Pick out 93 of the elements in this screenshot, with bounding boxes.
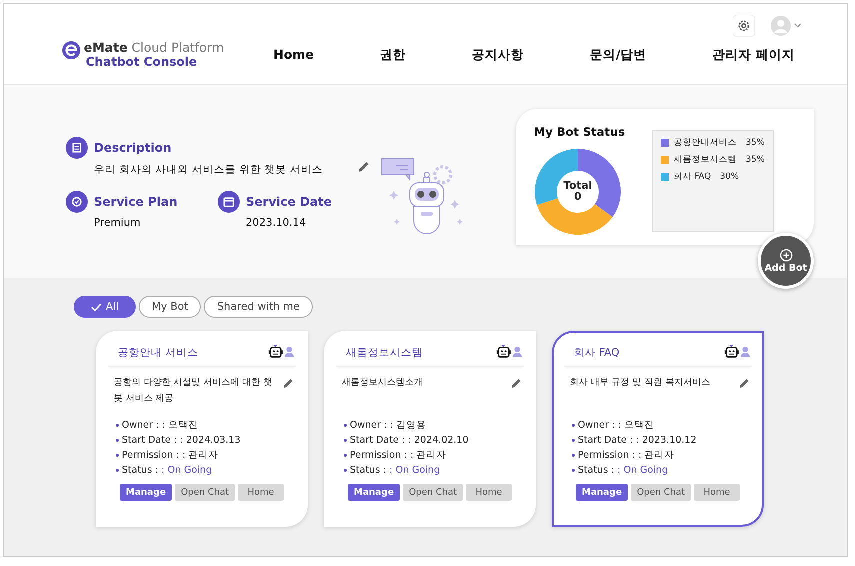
manage-button[interactable]: Manage — [348, 484, 400, 501]
legend-label: 공항안내서비스 — [674, 137, 737, 149]
field-value: : 2024.02.10 — [408, 435, 469, 446]
field-label: Status : — [578, 465, 614, 476]
edit-icon[interactable] — [739, 378, 750, 389]
field-value: : 2023.10.12 — [636, 435, 697, 446]
legend-label: 회사 FAQ — [674, 171, 712, 183]
description-text: 우리 회사의 사내외 서비스를 위한 챗봇 서비스 — [93, 163, 324, 177]
filter-chip[interactable]: My Bot — [139, 296, 202, 318]
bullet-icon — [572, 469, 575, 472]
nav-link[interactable]: Home — [260, 46, 328, 64]
nav-link[interactable]: 관리자 페이지 — [698, 46, 809, 64]
brand-name: eMate Cloud Platform — [84, 41, 224, 55]
plus-icon — [780, 248, 792, 262]
field-label: Owner : — [350, 420, 388, 431]
card-button[interactable]: Open Chat — [175, 484, 235, 501]
bot-card[interactable]: 새롬정보시스템 새롬정보시스템소개 Owner : : 김영용 Start Date : : 2024.02.10 Permission : : 관리자 Status : : On Going Manage Open Chat Home — [324, 331, 536, 527]
bullet-icon — [572, 454, 575, 457]
card-button[interactable]: Home — [466, 484, 512, 501]
field-value: : On Going — [390, 465, 440, 476]
list-icon — [66, 137, 88, 159]
date-title: Service Date — [246, 195, 332, 209]
description-title: Description — [94, 141, 172, 155]
field-label: Start Date : — [350, 435, 406, 446]
nav-link[interactable]: 공지사항 — [458, 46, 538, 64]
plan-title: Service Plan — [94, 195, 178, 209]
bot-description: 새롬정보시스템소개 — [342, 377, 423, 390]
edit-icon[interactable] — [283, 378, 294, 389]
manage-button[interactable]: Manage — [576, 484, 628, 501]
plan-value: Premium — [93, 217, 142, 229]
field-value: : 관리자 — [182, 449, 219, 462]
bullet-icon — [344, 469, 347, 472]
field-label: Permission : — [350, 450, 408, 461]
field-value: : 관리자 — [410, 449, 447, 462]
bullet-icon — [116, 439, 119, 442]
bot-description: 회사 내부 규정 및 직원 복지서비스 — [570, 377, 710, 390]
legend-percent: 35% — [746, 155, 765, 165]
field-label: Start Date : — [122, 435, 178, 446]
card-button[interactable]: Open Chat — [403, 484, 463, 501]
bot-name: 새롬정보시스템 — [346, 346, 423, 360]
bullet-icon — [116, 469, 119, 472]
total-label: Total — [564, 181, 592, 192]
bullet-icon — [344, 439, 347, 442]
bot-description: 공항의 다양한 시설및 서비스에 대한 챗봇 서비스 제공 — [114, 377, 274, 406]
calendar-icon — [218, 191, 240, 213]
field-label: Start Date : — [578, 435, 634, 446]
field-value: : 김영용 — [390, 419, 426, 432]
field-label: Status : — [350, 465, 386, 476]
nav-link[interactable]: 문의/답변 — [576, 46, 661, 64]
field-value: : On Going — [618, 465, 668, 476]
check-icon — [91, 302, 102, 312]
bullet-icon — [572, 439, 575, 442]
robot-user-icon — [724, 344, 752, 361]
card-button[interactable]: Open Chat — [631, 484, 691, 501]
legend-percent: 35% — [746, 138, 765, 148]
total-value: 0 — [574, 192, 582, 203]
field-value: : 오택진 — [618, 419, 654, 432]
robot-user-icon — [496, 344, 524, 361]
field-label: Permission : — [122, 450, 180, 461]
bullet-icon — [572, 424, 575, 427]
date-value: 2023.10.14 — [245, 217, 308, 229]
bot-card[interactable]: 회사 FAQ 회사 내부 규정 및 직원 복지서비스 Owner : : 오택진 Start Date : : 2023.10.12 Permission : : 관리자 Status : : On Going Manage Open Chat Home — [552, 331, 764, 527]
card-button[interactable]: Home — [238, 484, 284, 501]
settings-icon[interactable] — [733, 15, 755, 37]
field-label: Owner : — [578, 420, 616, 431]
bot-card[interactable]: 공항안내 서비스 공항의 다양한 시설및 서비스에 대한 챗봇 서비스 제공 Owner : : 오택진 Start Date : : 2024.03.13 Permission : : 관리자 Status : : On Going Manage Open Chat Home — [96, 331, 308, 527]
bot-name: 공항안내 서비스 — [118, 346, 198, 360]
status-title: My Bot Status — [534, 125, 626, 139]
console-subtitle: Chatbot Console — [85, 55, 198, 69]
field-label: Status : — [122, 465, 158, 476]
manage-button[interactable]: Manage — [120, 484, 172, 501]
edit-icon[interactable] — [511, 378, 522, 389]
field-label: Permission : — [578, 450, 636, 461]
bullet-icon — [344, 424, 347, 427]
card-button[interactable]: Home — [694, 484, 740, 501]
bullet-icon — [344, 454, 347, 457]
filter-chip[interactable]: Shared with me — [204, 296, 313, 318]
filter-chip[interactable]: All — [74, 296, 136, 318]
field-value: : 2024.03.13 — [180, 435, 241, 446]
legend-percent: 30% — [720, 172, 740, 182]
edit-icon[interactable] — [358, 161, 370, 173]
field-value: : 오택진 — [162, 419, 198, 432]
robot-user-icon — [268, 344, 296, 361]
legend-label: 새롬정보시스템 — [674, 154, 737, 166]
bullet-icon — [116, 424, 119, 427]
nav-link[interactable]: 권한 — [366, 46, 420, 64]
bullet-icon — [116, 454, 119, 457]
field-value: : 관리자 — [638, 449, 675, 462]
logo-icon — [62, 41, 81, 60]
field-value: : On Going — [162, 465, 212, 476]
field-label: Owner : — [122, 420, 160, 431]
badge-icon — [66, 191, 88, 213]
bot-name: 회사 FAQ — [574, 346, 620, 360]
